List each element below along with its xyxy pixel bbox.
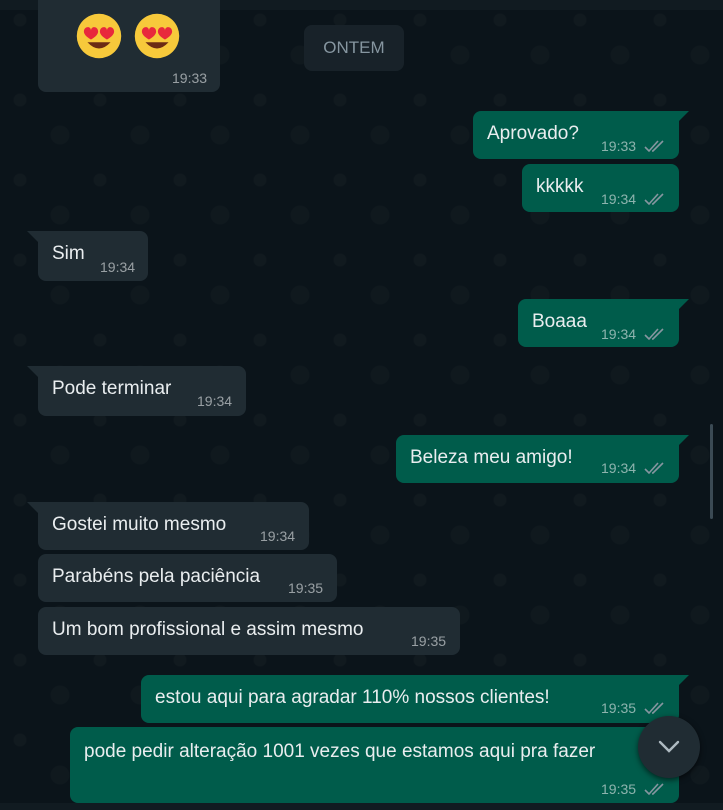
scroll-to-bottom-button[interactable] bbox=[638, 716, 700, 778]
message-text: Boaaa bbox=[532, 311, 587, 332]
message-time: 19:34 bbox=[197, 393, 233, 409]
message-bubble-outgoing[interactable]: kkkkk 19:34 bbox=[522, 164, 679, 212]
message-text: kkkkk bbox=[536, 176, 584, 197]
double-check-icon bbox=[644, 328, 664, 341]
message-bubble-incoming[interactable]: Gostei muito mesmo 19:34 bbox=[38, 502, 309, 550]
scrollbar-thumb[interactable] bbox=[710, 424, 713, 519]
message-bubble-emoji[interactable]: 19:33 bbox=[38, 0, 220, 92]
double-check-icon bbox=[644, 140, 664, 153]
message-bubble-outgoing[interactable]: pode pedir alteração 1001 vezes que esta… bbox=[70, 727, 679, 803]
message-time: 19:35 bbox=[601, 781, 637, 797]
message-text: Pode terminar bbox=[52, 378, 172, 399]
message-text: estou aqui para agradar 110% nossos clie… bbox=[155, 687, 550, 708]
chat-bottom-edge bbox=[0, 803, 723, 810]
heart-eyes-emoji-icon bbox=[76, 13, 122, 59]
message-time: 19:35 bbox=[411, 633, 447, 649]
message-bubble-incoming[interactable]: Sim 19:34 bbox=[38, 231, 148, 281]
message-time: 19:34 bbox=[601, 460, 637, 476]
message-text: Aprovado? bbox=[487, 123, 579, 144]
double-check-icon bbox=[644, 462, 664, 475]
message-bubble-outgoing[interactable]: Beleza meu amigo! 19:34 bbox=[396, 435, 679, 483]
message-bubble-incoming[interactable]: Um bom profissional e assim mesmo 19:35 bbox=[38, 607, 460, 655]
date-separator: ONTEM bbox=[304, 25, 404, 71]
message-time: 19:35 bbox=[288, 580, 324, 596]
message-text: Gostei muito mesmo bbox=[52, 514, 227, 535]
message-time: 19:34 bbox=[601, 326, 637, 342]
message-bubble-incoming[interactable]: Pode terminar 19:34 bbox=[38, 366, 246, 416]
message-time: 19:35 bbox=[601, 700, 637, 716]
double-check-icon bbox=[644, 702, 664, 715]
chevron-down-icon bbox=[658, 740, 680, 753]
message-text: Beleza meu amigo! bbox=[410, 447, 573, 468]
message-text: Sim bbox=[52, 243, 85, 264]
message-bubble-outgoing[interactable]: Aprovado? 19:33 bbox=[473, 111, 679, 159]
message-bubble-incoming[interactable]: Parabéns pela paciência 19:35 bbox=[38, 554, 337, 602]
message-time: 19:33 bbox=[172, 70, 208, 86]
double-check-icon bbox=[644, 193, 664, 206]
message-time: 19:33 bbox=[601, 138, 637, 154]
message-bubble-outgoing[interactable]: Boaaa 19:34 bbox=[518, 299, 679, 347]
message-time: 19:34 bbox=[601, 191, 637, 207]
heart-eyes-emoji-icon bbox=[134, 13, 180, 59]
message-time: 19:34 bbox=[260, 528, 296, 544]
message-time: 19:34 bbox=[100, 259, 136, 275]
message-text: pode pedir alteração 1001 vezes que esta… bbox=[84, 741, 596, 762]
double-check-icon bbox=[644, 783, 664, 796]
message-text: Parabéns pela paciência bbox=[52, 566, 261, 587]
message-text: Um bom profissional e assim mesmo bbox=[52, 619, 364, 640]
message-bubble-outgoing[interactable]: estou aqui para agradar 110% nossos clie… bbox=[141, 675, 679, 723]
